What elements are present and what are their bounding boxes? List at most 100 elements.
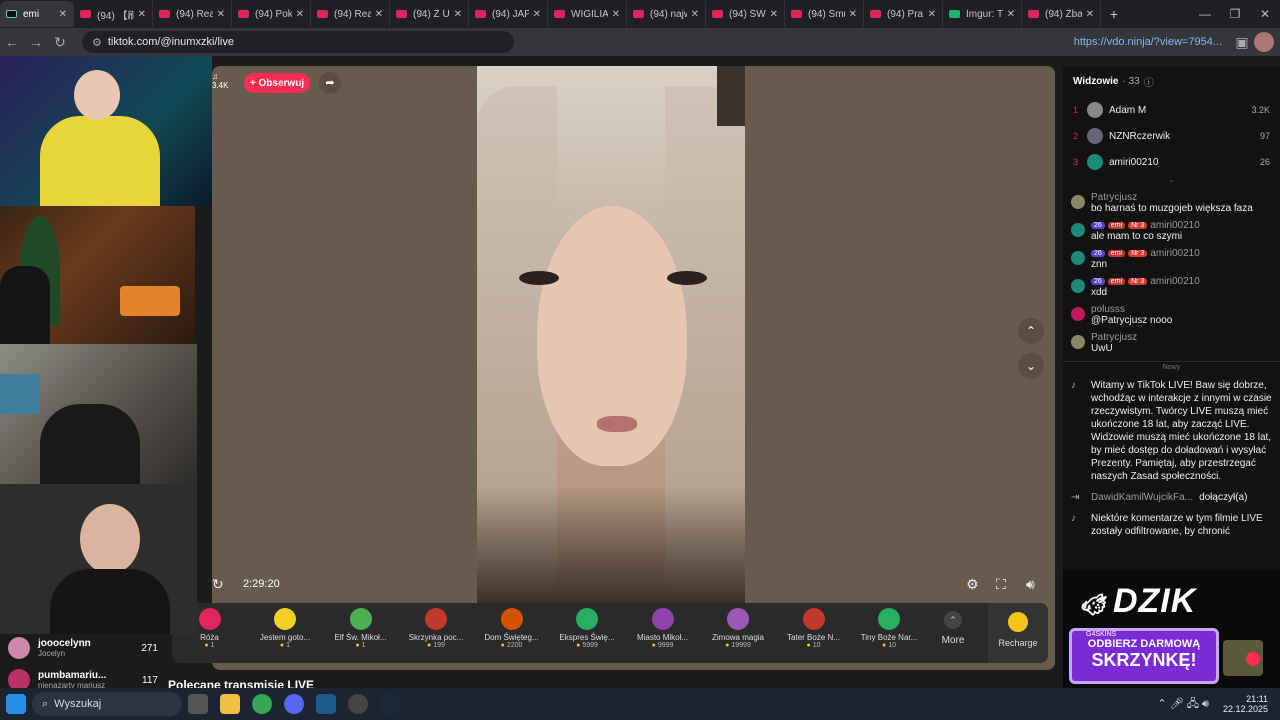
tab-0[interactable]: emi ✕ (0, 1, 74, 27)
chat-badge: 26 (1091, 222, 1105, 229)
tab-5[interactable]: (94) Z Ur ✕ (390, 1, 469, 27)
new-divider: Nowy (1063, 361, 1280, 371)
tab-11[interactable]: (94) Pra ✕ (864, 1, 943, 27)
screenshot-icon[interactable]: ▣ (1230, 34, 1254, 51)
close-tab-icon[interactable]: ✕ (375, 9, 383, 20)
close-tab-icon[interactable]: ✕ (454, 9, 462, 20)
avatar[interactable] (1071, 335, 1085, 349)
viewer-row[interactable]: 2 NZNRczerwik 97 (1063, 123, 1280, 149)
profile-avatar[interactable] (1254, 32, 1274, 52)
tab-title: (94) Z Ur (413, 8, 450, 20)
tab-13[interactable]: (94) Zba ✕ (1022, 1, 1101, 27)
tab-7[interactable]: WIGILIA ✕ (548, 1, 627, 27)
maximize-icon[interactable]: ❐ (1220, 7, 1250, 21)
viewer-row[interactable]: 1 Adam M 3.2K (1063, 97, 1280, 123)
gift-item[interactable]: Tater Boże N... 10 (776, 608, 851, 649)
tiktok-icon: ♪ (1071, 513, 1076, 524)
share-icon[interactable]: ➦ (319, 72, 341, 94)
obs-icon[interactable] (348, 694, 368, 714)
chat-user[interactable]: Patrycjusz (1091, 332, 1137, 343)
tray-icons[interactable]: ⌃ 🎤︎ 🖧︎ 🔊︎ (1157, 695, 1209, 714)
gift-bar: Róża 1 Jestem goto... 1 Elf Św. Mikoł...… (172, 603, 1048, 663)
volume-icon[interactable]: 🔊︎ (1026, 576, 1035, 593)
avatar (8, 637, 30, 659)
recharge-button[interactable]: Recharge (988, 603, 1048, 663)
task-view-icon[interactable] (188, 694, 208, 714)
tab-4[interactable]: (94) Real ✕ (311, 1, 390, 27)
tab-10[interactable]: (94) Smu ✕ (785, 1, 864, 27)
tab-9[interactable]: (94) ŚWI ✕ (706, 1, 785, 27)
reload-icon[interactable]: ↻ (48, 34, 72, 51)
prev-stream-button[interactable]: ⌃ (1018, 318, 1044, 344)
chrome-icon[interactable] (252, 694, 272, 714)
chat-user[interactable]: amiri00210 (1150, 220, 1199, 231)
viewer-row[interactable]: 3 amiri00210 26 (1063, 149, 1280, 175)
avatar[interactable] (1071, 307, 1085, 321)
close-window-icon[interactable]: ✕ (1250, 7, 1280, 21)
tab-3[interactable]: (94) Poke ✕ (232, 1, 311, 27)
gift-item[interactable]: Skrzynka poc... 199 (399, 608, 474, 649)
gift-item[interactable]: Miasto Mikoł... 9999 (625, 608, 700, 649)
ad-line1: ODBIERZ DARMOWĄ (1087, 638, 1201, 650)
chat-user[interactable]: Patrycjusz (1091, 192, 1137, 203)
forward-icon[interactable]: → (24, 34, 48, 50)
tab-12[interactable]: Imgur: T ✕ (943, 1, 1022, 27)
avatar[interactable] (1071, 279, 1085, 293)
avatar[interactable] (1071, 251, 1085, 265)
gift-item[interactable]: Jestem goto... 1 (248, 608, 323, 649)
close-tab-icon[interactable]: ✕ (1007, 9, 1015, 20)
close-tab-icon[interactable]: ✕ (59, 9, 67, 20)
chat-badge: Nr 3 (1128, 222, 1148, 229)
gift-item[interactable]: Ekspres Świę... 5999 (550, 608, 625, 649)
explorer-icon[interactable] (220, 694, 240, 714)
fullscreen-icon[interactable]: ⛶ (996, 576, 1006, 593)
gift-item[interactable]: Dom Święteg... 2200 (474, 608, 549, 649)
close-tab-icon[interactable]: ✕ (770, 9, 778, 20)
more-gifts-button[interactable]: ⌃ More (938, 611, 968, 646)
left-list-name: jooocelynn (38, 638, 91, 649)
chat-user[interactable]: amiri00210 (1150, 248, 1199, 259)
vdo-link[interactable]: https://vdo.ninja/?view=7954... (1074, 36, 1222, 48)
avatar[interactable] (1071, 195, 1085, 209)
left-list-row[interactable]: jooocelynn Jocelyn 271 (8, 632, 158, 664)
gift-item[interactable]: Zimowa magia 19999 (701, 608, 776, 649)
app-icon[interactable] (316, 694, 336, 714)
steam-icon[interactable] (380, 694, 400, 714)
viewer-name: amiri00210 (1109, 156, 1159, 168)
site-info-icon[interactable]: ⚙ (92, 36, 102, 49)
like-icon[interactable] (1246, 652, 1260, 666)
search-box[interactable]: ⌕ Wyszukaj (32, 692, 182, 716)
gift-item[interactable]: Elf Św. Mikoł... 1 (323, 608, 398, 649)
follow-button[interactable]: + Obserwuj (244, 73, 310, 93)
start-icon[interactable] (6, 694, 26, 714)
tab-6[interactable]: (94) JAPO ✕ (469, 1, 548, 27)
close-tab-icon[interactable]: ✕ (138, 9, 146, 20)
viewer-name: Adam M (1109, 104, 1147, 116)
coin-icon (1008, 612, 1028, 632)
tab-1[interactable]: (94) 【刷 ✕ (74, 1, 153, 27)
chat-user[interactable]: amiri00210 (1150, 276, 1199, 287)
discord-icon[interactable] (284, 694, 304, 714)
close-tab-icon[interactable]: ✕ (217, 9, 225, 20)
refresh-icon[interactable]: ↻ (212, 576, 224, 593)
next-stream-button[interactable]: ⌄ (1018, 353, 1044, 379)
minimize-icon[interactable]: — (1190, 7, 1220, 21)
close-tab-icon[interactable]: ✕ (533, 9, 541, 20)
avatar[interactable] (1071, 223, 1085, 237)
tab-2[interactable]: (94) Real ✕ (153, 1, 232, 27)
chat-user[interactable]: polusss (1091, 304, 1125, 315)
settings-icon[interactable]: ⚙ (966, 576, 979, 593)
back-icon[interactable]: ← (0, 34, 24, 50)
new-tab-button[interactable]: + (1101, 6, 1127, 22)
close-tab-icon[interactable]: ✕ (849, 9, 857, 20)
info-icon[interactable]: ⓘ (1144, 74, 1154, 89)
close-tab-icon[interactable]: ✕ (1086, 9, 1094, 20)
close-tab-icon[interactable]: ✕ (296, 9, 304, 20)
collapse-icon[interactable]: ⌄ (1063, 175, 1280, 189)
close-tab-icon[interactable]: ✕ (691, 9, 699, 20)
close-tab-icon[interactable]: ✕ (612, 9, 620, 20)
url-field[interactable]: ⚙ tiktok.com/@inumxzki/live (82, 31, 514, 53)
close-tab-icon[interactable]: ✕ (928, 9, 936, 20)
tab-8[interactable]: (94) najw ✕ (627, 1, 706, 27)
gift-item[interactable]: Tiny Boże Nar... 10 (852, 608, 927, 649)
